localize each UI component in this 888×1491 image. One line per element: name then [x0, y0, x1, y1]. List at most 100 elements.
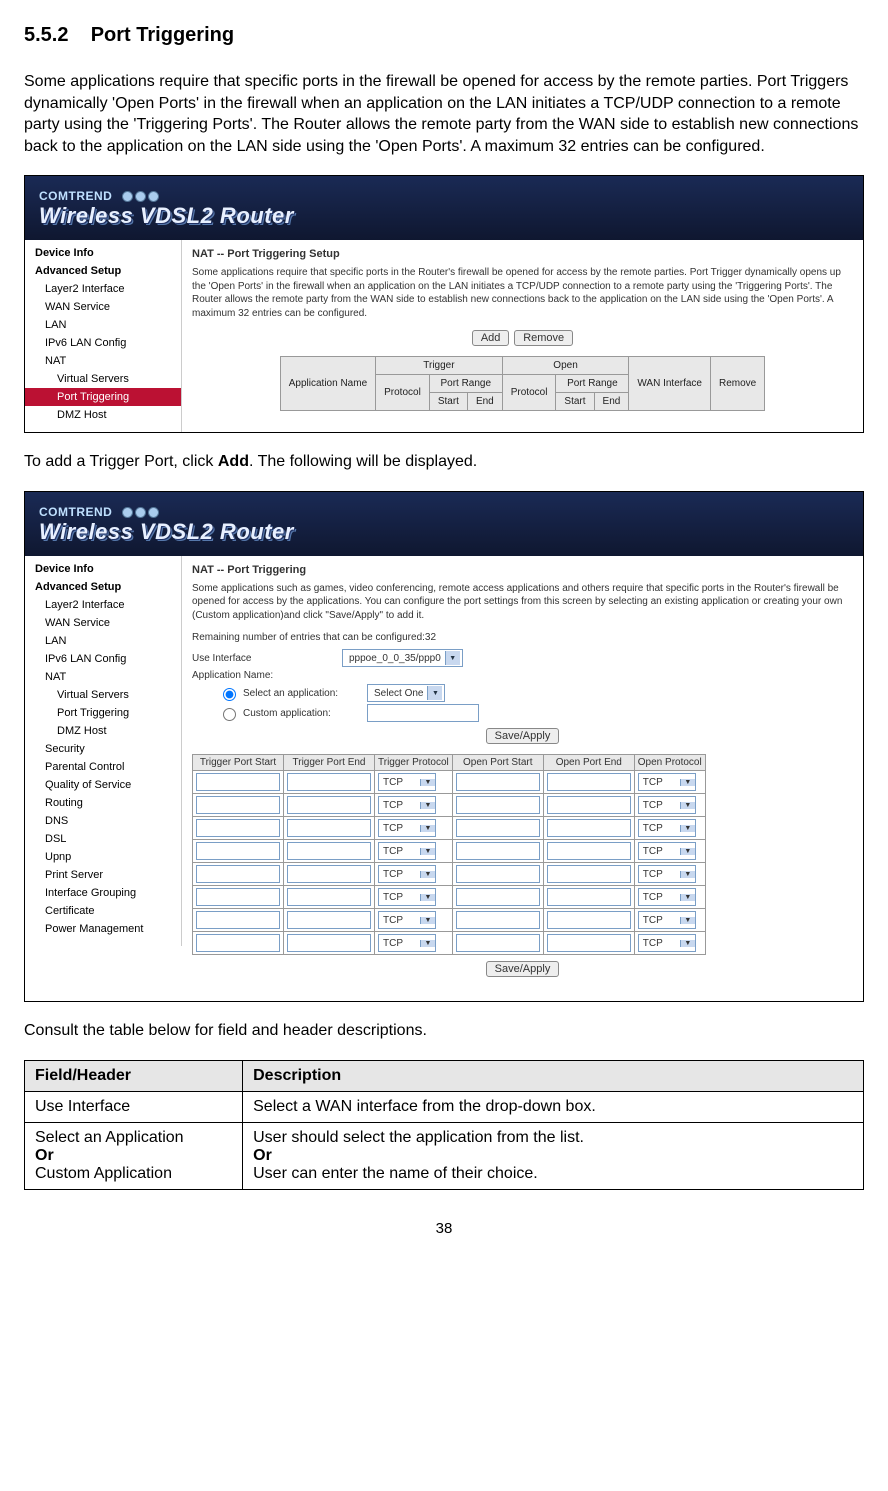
port-input[interactable]: [456, 888, 540, 906]
sidebar-item[interactable]: LAN: [25, 632, 181, 650]
sidebar-item[interactable]: DMZ Host: [25, 406, 181, 424]
sidebar-item[interactable]: DMZ Host: [25, 722, 181, 740]
sidebar-item[interactable]: Parental Control: [25, 758, 181, 776]
section-heading: 5.5.2 Port Triggering: [24, 24, 864, 47]
port-input[interactable]: [196, 842, 280, 860]
port-input[interactable]: [456, 773, 540, 791]
port-input[interactable]: [196, 819, 280, 837]
port-input[interactable]: [456, 842, 540, 860]
sidebar-item[interactable]: Virtual Servers: [25, 686, 181, 704]
sidebar-item[interactable]: WAN Service: [25, 614, 181, 632]
port-input[interactable]: [287, 911, 371, 929]
port-input[interactable]: [547, 934, 631, 952]
port-input[interactable]: [547, 773, 631, 791]
select-application-radio[interactable]: [223, 688, 236, 701]
line: User should select the application from …: [253, 1129, 584, 1146]
port-input[interactable]: [196, 911, 280, 929]
port-input[interactable]: [287, 796, 371, 814]
port-input[interactable]: [196, 796, 280, 814]
sidebar-item[interactable]: Print Server: [25, 866, 181, 884]
chevron-down-icon: ▼: [420, 917, 435, 924]
th-trig-end: End: [467, 393, 502, 411]
sidebar-item[interactable]: Port Triggering: [25, 704, 181, 722]
sidebar-item[interactable]: Security: [25, 740, 181, 758]
port-input[interactable]: [456, 934, 540, 952]
sidebar-item[interactable]: Interface Grouping: [25, 884, 181, 902]
protocol-select[interactable]: TCP▼: [378, 865, 436, 883]
port-input[interactable]: [456, 865, 540, 883]
sidebar-item[interactable]: Certificate: [25, 902, 181, 920]
port-input[interactable]: [287, 888, 371, 906]
sidebar-item[interactable]: Layer2 Interface: [25, 596, 181, 614]
port-input[interactable]: [456, 819, 540, 837]
sidebar-item[interactable]: DSL: [25, 830, 181, 848]
add-button[interactable]: Add: [472, 330, 510, 346]
port-input[interactable]: [196, 888, 280, 906]
port-input[interactable]: [196, 773, 280, 791]
protocol-select[interactable]: TCP▼: [638, 773, 696, 791]
protocol-select[interactable]: TCP▼: [638, 911, 696, 929]
sidebar-item[interactable]: WAN Service: [25, 298, 181, 316]
save-apply-button[interactable]: Save/Apply: [486, 728, 560, 744]
field-description-table: Field/Header Description Use Interface S…: [24, 1060, 864, 1190]
port-input[interactable]: [456, 911, 540, 929]
sidebar-item[interactable]: Device Info: [25, 560, 181, 578]
sidebar-item[interactable]: Port Triggering: [25, 388, 181, 406]
th-tpe: Trigger Port End: [284, 755, 375, 771]
custom-application-radio[interactable]: [223, 708, 236, 721]
line: Custom Application: [35, 1165, 172, 1182]
sidebar-item[interactable]: IPv6 LAN Config: [25, 334, 181, 352]
protocol-select[interactable]: TCP▼: [378, 888, 436, 906]
port-input[interactable]: [196, 865, 280, 883]
protocol-select[interactable]: TCP▼: [378, 796, 436, 814]
sidebar-item[interactable]: NAT: [25, 352, 181, 370]
sidebar-item[interactable]: NAT: [25, 668, 181, 686]
port-input[interactable]: [547, 911, 631, 929]
sidebar-item[interactable]: IPv6 LAN Config: [25, 650, 181, 668]
sidebar-item[interactable]: Virtual Servers: [25, 370, 181, 388]
port-input[interactable]: [547, 865, 631, 883]
select-application-dropdown[interactable]: Select One ▼: [367, 684, 445, 702]
protocol-select[interactable]: TCP▼: [638, 796, 696, 814]
protocol-select[interactable]: TCP▼: [378, 842, 436, 860]
protocol-select[interactable]: TCP▼: [378, 819, 436, 837]
sidebar-item[interactable]: Layer2 Interface: [25, 280, 181, 298]
sidebar-item[interactable]: Advanced Setup: [25, 578, 181, 596]
custom-application-input[interactable]: [367, 704, 479, 722]
protocol-select[interactable]: TCP▼: [378, 934, 436, 952]
sidebar-item[interactable]: Power Management: [25, 920, 181, 938]
add-instr-bold: Add: [218, 453, 249, 470]
port-input[interactable]: [287, 842, 371, 860]
protocol-select[interactable]: TCP▼: [638, 819, 696, 837]
port-input[interactable]: [287, 934, 371, 952]
save-apply-button[interactable]: Save/Apply: [486, 961, 560, 977]
use-interface-select[interactable]: pppoe_0_0_35/ppp0 ▼: [342, 649, 463, 667]
protocol-select[interactable]: TCP▼: [638, 842, 696, 860]
port-input[interactable]: [287, 819, 371, 837]
port-input[interactable]: [547, 888, 631, 906]
port-input[interactable]: [196, 934, 280, 952]
protocol-select[interactable]: TCP▼: [638, 888, 696, 906]
sidebar-item[interactable]: DNS: [25, 812, 181, 830]
protocol-select[interactable]: TCP▼: [638, 865, 696, 883]
port-input[interactable]: [547, 819, 631, 837]
port-input[interactable]: [547, 842, 631, 860]
port-input[interactable]: [456, 796, 540, 814]
port-input[interactable]: [287, 865, 371, 883]
th-wan-if: WAN Interface: [629, 357, 711, 411]
sidebar-item[interactable]: Routing: [25, 794, 181, 812]
remove-button[interactable]: Remove: [514, 330, 573, 346]
sidebar-item[interactable]: Advanced Setup: [25, 262, 181, 280]
sidebar-item[interactable]: Device Info: [25, 244, 181, 262]
sidebar-item[interactable]: LAN: [25, 316, 181, 334]
protocol-select[interactable]: TCP▼: [378, 773, 436, 791]
chevron-down-icon: ▼: [680, 917, 695, 924]
port-input[interactable]: [287, 773, 371, 791]
port-input[interactable]: [547, 796, 631, 814]
protocol-select[interactable]: TCP▼: [638, 934, 696, 952]
protocol-select[interactable]: TCP▼: [378, 911, 436, 929]
sidebar-item[interactable]: Upnp: [25, 848, 181, 866]
sidebar-item[interactable]: Quality of Service: [25, 776, 181, 794]
line-or: Or: [35, 1147, 54, 1164]
app-name-label: Application Name:: [192, 670, 342, 681]
